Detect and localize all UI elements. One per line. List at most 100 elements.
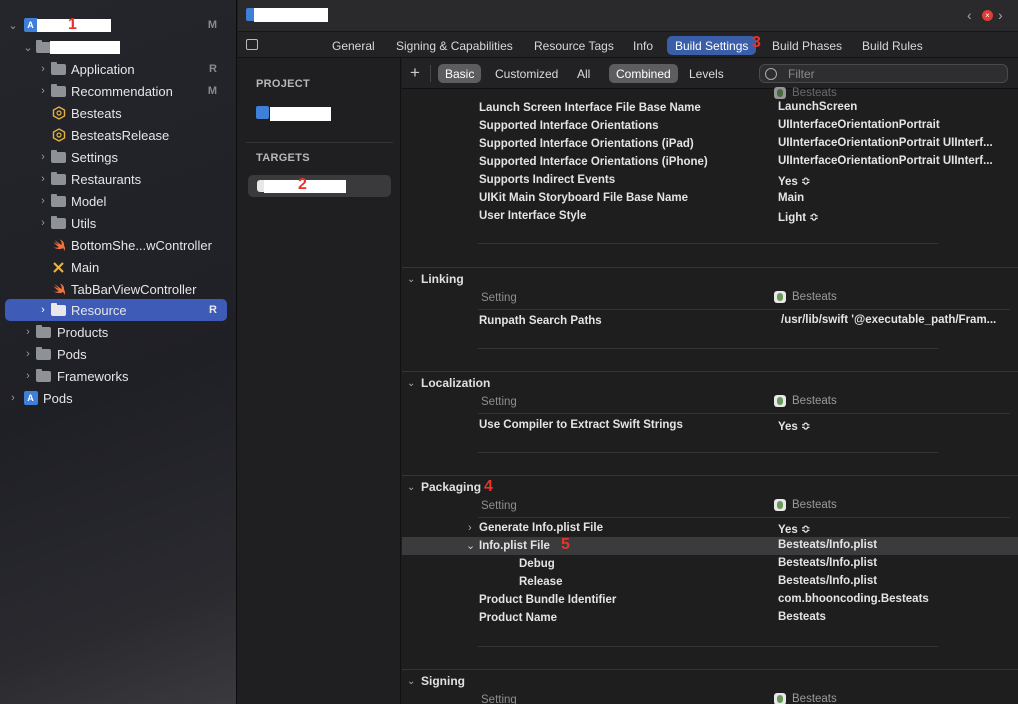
setting-value[interactable]: Main <box>778 192 1010 204</box>
setting-value[interactable]: Yes ≎ <box>778 419 1010 433</box>
chevron-right-icon[interactable]: › <box>37 173 49 185</box>
nav-item-tabbar-swift[interactable]: TabBarViewController <box>5 278 227 300</box>
setting-name[interactable]: User Interface Style <box>479 210 586 222</box>
setting-name[interactable]: Product Name <box>479 612 557 624</box>
setting-value[interactable]: Yes ≎ <box>778 174 1010 188</box>
setting-name[interactable]: Generate Info.plist File <box>479 522 603 534</box>
chevron-down-icon[interactable]: ⌄ <box>7 19 19 32</box>
setting-value[interactable]: Besteats/Info.plist <box>778 575 1010 587</box>
chevron-down-icon[interactable]: ⌄ <box>407 378 415 389</box>
redacted-project-name <box>270 107 331 121</box>
tab-info[interactable]: Info <box>625 36 661 55</box>
chevron-right-icon[interactable]: › <box>37 63 49 75</box>
setting-value[interactable]: Besteats/Info.plist <box>778 539 1010 551</box>
setting-value[interactable]: /usr/lib/swift '@executable_path/Fram... <box>781 314 1013 326</box>
setting-value[interactable]: com.bhooncoding.Besteats <box>778 593 1010 605</box>
setting-name[interactable]: Release <box>519 576 562 588</box>
app-target-icon <box>774 395 786 407</box>
nav-item-restaurants[interactable]: › Restaurants <box>5 168 227 190</box>
chevron-right-icon[interactable]: › <box>468 522 472 534</box>
sidebar-toggle-icon[interactable] <box>246 39 258 50</box>
nav-item-besteatsrelease-config[interactable]: BesteatsRelease <box>5 124 227 146</box>
divider <box>402 669 1018 670</box>
setting-value[interactable]: UIInterfaceOrientationPortrait <box>778 119 1010 131</box>
nav-item-label: Pods <box>57 346 87 362</box>
divider <box>402 475 1018 476</box>
divider <box>478 348 938 349</box>
tab-resource-tags[interactable]: Resource Tags <box>526 36 622 55</box>
chevron-right-icon[interactable]: › <box>22 326 34 338</box>
tab-build-rules[interactable]: Build Rules <box>854 36 931 55</box>
nav-item-model[interactable]: › Model <box>5 190 227 212</box>
chevron-down-icon[interactable]: ⌄ <box>407 274 415 285</box>
setting-name[interactable]: UIKit Main Storyboard File Base Name <box>479 192 688 204</box>
error-icon[interactable]: × <box>982 10 993 21</box>
chevron-right-icon[interactable]: › <box>37 151 49 163</box>
setting-value[interactable]: LaunchScreen <box>778 101 1010 113</box>
forward-icon[interactable]: › <box>998 7 1003 23</box>
group-title-packaging[interactable]: Packaging <box>421 480 481 494</box>
divider <box>478 413 1010 414</box>
app-target-icon <box>774 499 786 511</box>
nav-item-besteats-config[interactable]: Besteats <box>5 102 227 124</box>
setting-name[interactable]: Supported Interface Orientations (iPad) <box>479 138 694 150</box>
chevron-down-icon[interactable]: ⌄ <box>466 539 475 552</box>
tab-build-settings[interactable]: Build Settings <box>667 36 757 55</box>
chevron-down-icon[interactable]: ⌄ <box>407 482 415 493</box>
setting-name[interactable]: Supported Interface Orientations (iPhone… <box>479 156 708 168</box>
setting-name[interactable]: Launch Screen Interface File Base Name <box>479 102 701 114</box>
group-title-localization[interactable]: Localization <box>421 376 490 390</box>
chevron-right-icon[interactable]: › <box>37 85 49 97</box>
chevron-down-icon[interactable]: ⌄ <box>22 41 34 54</box>
nav-item-project-root[interactable]: ⌄ A 1 M <box>5 14 227 36</box>
nav-item-utils[interactable]: › Utils <box>5 212 227 234</box>
filter-customized-button[interactable]: Customized <box>488 64 565 83</box>
nav-item-resource[interactable]: › Resource R <box>5 299 227 321</box>
folder-icon <box>35 368 52 383</box>
tab-build-phases[interactable]: Build Phases <box>764 36 850 55</box>
nav-item-pods-project[interactable]: › A Pods <box>5 387 227 409</box>
view-levels-button[interactable]: Levels <box>682 64 731 83</box>
target-entry-selected[interactable]: 2 <box>248 175 391 197</box>
chevron-right-icon[interactable]: › <box>22 370 34 382</box>
nav-item-products[interactable]: › Products <box>5 321 227 343</box>
add-setting-button[interactable]: + <box>410 63 420 83</box>
setting-name[interactable]: Runpath Search Paths <box>479 315 602 327</box>
tab-signing[interactable]: Signing & Capabilities <box>388 36 521 55</box>
nav-item-main-storyboard[interactable]: Main <box>5 256 227 278</box>
nav-item-settings[interactable]: › Settings <box>5 146 227 168</box>
setting-value[interactable]: Besteats/Info.plist <box>778 557 1010 569</box>
setting-value[interactable]: Yes ≎ <box>778 522 1010 536</box>
setting-name[interactable]: Supported Interface Orientations <box>479 120 659 132</box>
setting-value[interactable]: UIInterfaceOrientationPortrait UIInterf.… <box>778 155 1010 167</box>
group-title-signing[interactable]: Signing <box>421 674 465 688</box>
nav-item-bottomsheet-swift[interactable]: BottomShe...wController <box>5 234 227 256</box>
filter-input[interactable]: Filter <box>759 64 1008 83</box>
chevron-right-icon[interactable]: › <box>22 348 34 360</box>
view-combined-button[interactable]: Combined <box>609 64 678 83</box>
project-entry[interactable] <box>256 105 336 121</box>
chevron-right-icon[interactable]: › <box>37 195 49 207</box>
nav-item-pods-group[interactable]: › Pods <box>5 343 227 365</box>
chevron-down-icon[interactable]: ⌄ <box>407 676 415 687</box>
group-title-linking[interactable]: Linking <box>421 272 464 286</box>
filter-basic-button[interactable]: Basic <box>438 64 482 83</box>
setting-name[interactable]: Info.plist File <box>479 540 550 552</box>
setting-name[interactable]: Supports Indirect Events <box>479 174 615 186</box>
setting-value[interactable]: UIInterfaceOrientationPortrait UIInterf.… <box>778 137 1010 149</box>
filter-all-button[interactable]: All <box>570 64 597 83</box>
back-icon[interactable]: ‹ <box>967 7 972 23</box>
nav-item-group-root[interactable]: ⌄ <box>5 36 227 58</box>
nav-item-application[interactable]: › Application R <box>5 58 227 80</box>
tab-general[interactable]: General <box>324 36 383 55</box>
setting-value[interactable]: Light ≎ <box>778 210 1010 224</box>
nav-item-recommendation[interactable]: › Recommendation M <box>5 80 227 102</box>
chevron-right-icon[interactable]: › <box>37 217 49 229</box>
setting-name[interactable]: Debug <box>519 558 555 570</box>
chevron-right-icon[interactable]: › <box>7 392 19 404</box>
nav-item-frameworks[interactable]: › Frameworks <box>5 365 227 387</box>
setting-name[interactable]: Product Bundle Identifier <box>479 594 616 606</box>
setting-value[interactable]: Besteats <box>778 611 1010 623</box>
chevron-right-icon[interactable]: › <box>37 304 49 316</box>
setting-name[interactable]: Use Compiler to Extract Swift Strings <box>479 419 683 431</box>
